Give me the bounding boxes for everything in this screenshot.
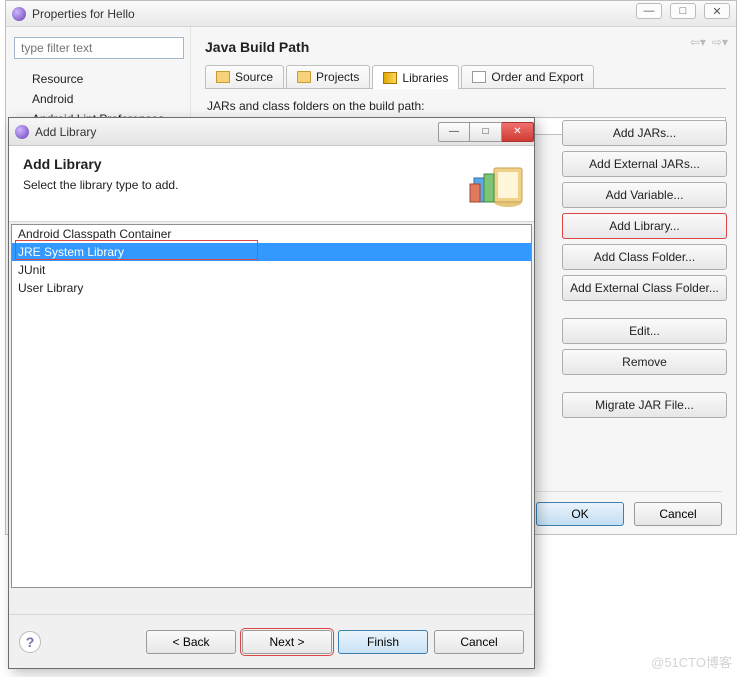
- properties-titlebar: Properties for Hello: [6, 1, 736, 27]
- add-library-titlebar: Add Library — □ ✕: [9, 118, 534, 146]
- maximize-button[interactable]: □: [670, 3, 696, 19]
- modal-close-button[interactable]: ✕: [502, 122, 534, 142]
- finish-button[interactable]: Finish: [338, 630, 428, 654]
- minimize-button[interactable]: —: [636, 3, 662, 19]
- add-external-jars-button[interactable]: Add External JARs...: [562, 151, 727, 177]
- modal-maximize-button[interactable]: □: [470, 122, 502, 142]
- tab-label: Libraries: [402, 71, 448, 85]
- add-library-body: Android Classpath Container JRE System L…: [9, 222, 534, 590]
- tab-label: Order and Export: [491, 70, 583, 84]
- tab-label: Source: [235, 70, 273, 84]
- tab-libraries[interactable]: Libraries: [372, 65, 459, 89]
- section-title: Java Build Path: [205, 39, 726, 55]
- tab-projects[interactable]: Projects: [286, 65, 370, 88]
- nav-arrows: ⇦▾ ⇨▾: [690, 35, 728, 49]
- back-button[interactable]: < Back: [146, 630, 236, 654]
- modal-window-controls: — □ ✕: [438, 122, 534, 142]
- libraries-icon: [383, 72, 397, 84]
- forward-arrow-icon[interactable]: ⇨▾: [712, 35, 728, 49]
- properties-title: Properties for Hello: [32, 7, 135, 21]
- add-variable-button[interactable]: Add Variable...: [562, 182, 727, 208]
- tab-strip: Source Projects Libraries Order and Expo…: [205, 65, 726, 89]
- projects-icon: [297, 71, 311, 83]
- remove-button: Remove: [562, 349, 727, 375]
- back-arrow-icon[interactable]: ⇦▾: [690, 35, 706, 49]
- add-library-dialog: Add Library — □ ✕ Add Library Select the…: [8, 117, 535, 669]
- library-banner-icon: [468, 154, 524, 210]
- list-item[interactable]: Android Classpath Container: [12, 225, 531, 243]
- ok-button[interactable]: OK: [536, 502, 624, 526]
- modal-minimize-button[interactable]: —: [438, 122, 470, 142]
- add-class-folder-button[interactable]: Add Class Folder...: [562, 244, 727, 270]
- add-jars-button[interactable]: Add JARs...: [562, 120, 727, 146]
- add-library-heading: Add Library: [23, 156, 520, 172]
- next-button[interactable]: Next >: [242, 630, 332, 654]
- add-library-window-title: Add Library: [35, 125, 96, 139]
- tree-item[interactable]: Resource: [32, 69, 182, 89]
- add-library-subheading: Select the library type to add.: [23, 178, 520, 192]
- list-item[interactable]: JRE System Library: [12, 243, 531, 261]
- library-type-listbox[interactable]: Android Classpath Container JRE System L…: [11, 224, 532, 588]
- add-library-button[interactable]: Add Library...: [562, 213, 727, 239]
- library-buttons: Add JARs... Add External JARs... Add Var…: [562, 120, 727, 423]
- tree-item[interactable]: Android: [32, 89, 182, 109]
- order-icon: [472, 71, 486, 83]
- jars-subtext: JARs and class folders on the build path…: [207, 99, 726, 113]
- close-button[interactable]: ✕: [704, 3, 730, 19]
- list-item[interactable]: User Library: [12, 279, 531, 297]
- list-item[interactable]: JUnit: [12, 261, 531, 279]
- eclipse-icon: [15, 125, 29, 139]
- add-external-class-folder-button[interactable]: Add External Class Folder...: [562, 275, 727, 301]
- migrate-jar-button: Migrate JAR File...: [562, 392, 727, 418]
- tab-source[interactable]: Source: [205, 65, 284, 88]
- add-library-footer: ? < Back Next > Finish Cancel: [9, 614, 534, 668]
- add-library-header: Add Library Select the library type to a…: [9, 146, 534, 222]
- filter-input[interactable]: [14, 37, 184, 59]
- edit-button: Edit...: [562, 318, 727, 344]
- help-icon[interactable]: ?: [19, 631, 41, 653]
- eclipse-icon: [12, 7, 26, 21]
- watermark: @51CTO博客: [651, 652, 732, 671]
- window-controls: — □ ✕: [636, 3, 730, 19]
- modal-cancel-button[interactable]: Cancel: [434, 630, 524, 654]
- tab-order-export[interactable]: Order and Export: [461, 65, 594, 88]
- cancel-button[interactable]: Cancel: [634, 502, 722, 526]
- tab-label: Projects: [316, 70, 359, 84]
- source-icon: [216, 71, 230, 83]
